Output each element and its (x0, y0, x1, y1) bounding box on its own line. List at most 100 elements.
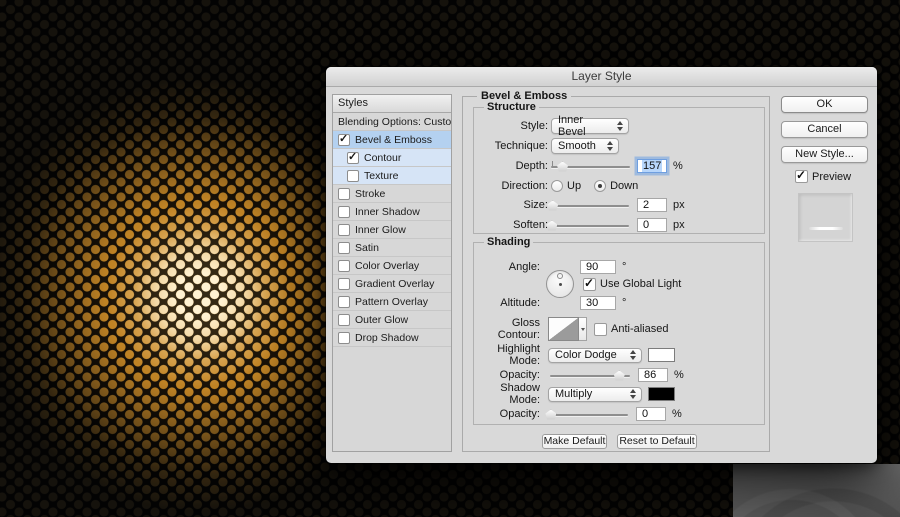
depth-value: 157 (642, 160, 663, 172)
size-slider-track[interactable] (549, 204, 629, 207)
highlight-opacity-thumb[interactable] (613, 370, 625, 381)
technique-row: Technique: Smooth (474, 138, 619, 154)
highlight-opacity-slider[interactable] (550, 370, 630, 381)
highlight-mode-value: Color Dodge (555, 349, 617, 361)
direction-up-label: Up (567, 180, 582, 192)
use-global-light-checkbox[interactable] (583, 276, 596, 291)
styles-list-item-drop-shadow[interactable]: Drop Shadow (333, 329, 451, 347)
preview-checkbox[interactable] (795, 168, 808, 183)
style-effect-checkbox[interactable] (338, 313, 350, 326)
new-style-button[interactable]: New Style... (781, 146, 868, 163)
depth-row: Depth: 157 % (474, 158, 683, 174)
anti-aliased-checkbox[interactable] (594, 322, 607, 336)
styles-list-item-contour[interactable]: Contour (333, 149, 451, 167)
style-effect-checkbox[interactable] (338, 277, 350, 290)
highlight-color-swatch[interactable] (648, 348, 675, 362)
shadow-opacity-value: 0 (642, 408, 649, 420)
depth-slider-thumb[interactable] (557, 161, 569, 172)
dropdown-arrows-icon (630, 389, 637, 399)
styles-list-item-satin[interactable]: Satin (333, 239, 451, 257)
highlight-opacity-label: Opacity: (499, 369, 540, 381)
make-default-button[interactable]: Make Default (542, 434, 607, 449)
style-effect-checkbox[interactable] (338, 295, 350, 308)
style-effect-checkbox[interactable] (338, 241, 350, 254)
altitude-label: Altitude: (500, 297, 540, 309)
shadow-mode-dropdown[interactable]: Multiply (548, 386, 642, 402)
technique-dropdown[interactable]: Smooth (551, 138, 619, 154)
reset-to-default-button[interactable]: Reset to Default (617, 434, 697, 449)
dialog-titlebar[interactable]: Layer Style (326, 67, 877, 87)
preview-thumbnail-line (809, 227, 843, 230)
styles-list-item-inner-shadow[interactable]: Inner Shadow (333, 203, 451, 221)
styles-list-item-stroke[interactable]: Stroke (333, 185, 451, 203)
technique-label: Technique: (494, 140, 548, 152)
styles-list-item-blending-options-custom[interactable]: Blending Options: Custom (333, 113, 451, 131)
styles-list-item-color-overlay[interactable]: Color Overlay (333, 257, 451, 275)
direction-row: Direction: Up Down (474, 178, 638, 194)
preview-label: Preview (812, 170, 852, 183)
style-effect-checkbox[interactable] (338, 132, 350, 146)
direction-down-radio[interactable] (594, 180, 607, 192)
highlight-mode-dropdown[interactable]: Color Dodge (548, 347, 642, 363)
altitude-field[interactable]: 30 (580, 296, 616, 310)
dropdown-arrows-icon (607, 141, 614, 151)
style-effect-checkbox[interactable] (338, 205, 350, 218)
size-slider-thumb[interactable] (547, 200, 559, 211)
style-effect-checkbox[interactable] (347, 169, 359, 182)
preview-option: Preview (795, 168, 852, 183)
shadow-opacity-label: Opacity: (499, 408, 540, 420)
soften-slider[interactable] (546, 220, 629, 231)
style-effect-checkbox[interactable] (338, 187, 350, 200)
soften-slider-thumb[interactable] (546, 220, 558, 231)
use-global-light-label: Use Global Light (600, 278, 682, 290)
style-effect-checkbox[interactable] (347, 150, 359, 164)
styles-list-item-texture[interactable]: Texture (333, 167, 451, 185)
styles-list-item-inner-glow[interactable]: Inner Glow (333, 221, 451, 239)
soften-row: Soften: 0 px (474, 217, 685, 233)
shadow-mode-value: Multiply (555, 388, 593, 400)
shadow-mode-label: Shadow Mode: (500, 382, 540, 406)
shadow-color-swatch[interactable] (648, 387, 675, 401)
size-slider[interactable] (547, 200, 629, 211)
altitude-value: 30 (586, 297, 599, 309)
size-field[interactable]: 2 (637, 198, 667, 212)
soften-field[interactable]: 0 (637, 218, 667, 232)
style-effect-label: Stroke (355, 187, 386, 200)
style-effect-checkbox[interactable] (338, 259, 350, 272)
gloss-contour-row: Gloss Contour: Anti-aliased (474, 316, 668, 342)
structure-group: Structure Style: Inner Bevel Technique: … (473, 101, 765, 234)
altitude-unit: ° (622, 297, 627, 309)
soften-slider-track[interactable] (549, 224, 629, 227)
styles-list-item-gradient-overlay[interactable]: Gradient Overlay (333, 275, 451, 293)
ok-button[interactable]: OK (781, 96, 868, 113)
styles-panel-header: Styles (333, 95, 451, 113)
styles-list-item-bevel-emboss[interactable]: Bevel & Emboss (333, 131, 451, 149)
shadow-opacity-track[interactable] (548, 413, 628, 416)
shadow-opacity-slider[interactable] (545, 409, 628, 420)
style-effect-checkbox[interactable] (338, 331, 350, 344)
direction-up-radio[interactable] (551, 180, 563, 192)
style-effect-label: Pattern Overlay (355, 295, 428, 308)
depth-slider[interactable] (551, 160, 630, 172)
styles-panel: Styles Blending Options: Custom Bevel & E… (332, 94, 452, 452)
shadow-opacity-thumb[interactable] (545, 409, 557, 420)
gloss-contour-picker[interactable] (548, 317, 587, 341)
depth-field[interactable]: 157 (637, 159, 667, 173)
angle-field[interactable]: 90 (580, 260, 616, 274)
direction-label: Direction: (501, 180, 548, 192)
cancel-button[interactable]: Cancel (781, 121, 868, 138)
gloss-contour-thumbnail[interactable] (548, 317, 579, 341)
styles-list: Blending Options: Custom Bevel & Emboss Co… (333, 113, 451, 347)
styles-list-item-pattern-overlay[interactable]: Pattern Overlay (333, 293, 451, 311)
styles-list-item-outer-glow[interactable]: Outer Glow (333, 311, 451, 329)
shadow-opacity-field[interactable]: 0 (636, 407, 666, 421)
style-effect-checkbox[interactable] (338, 223, 350, 236)
gloss-contour-arrow-icon[interactable] (579, 317, 587, 341)
gloss-contour-label: Gloss Contour: (497, 317, 540, 341)
style-dropdown[interactable]: Inner Bevel (551, 114, 629, 138)
style-effect-label: Color Overlay (355, 259, 420, 272)
style-label: Style: (520, 120, 548, 132)
style-effect-label: Gradient Overlay (355, 277, 435, 290)
highlight-opacity-field[interactable]: 86 (638, 368, 668, 382)
style-effect-label: Blending Options: Custom (338, 115, 452, 128)
